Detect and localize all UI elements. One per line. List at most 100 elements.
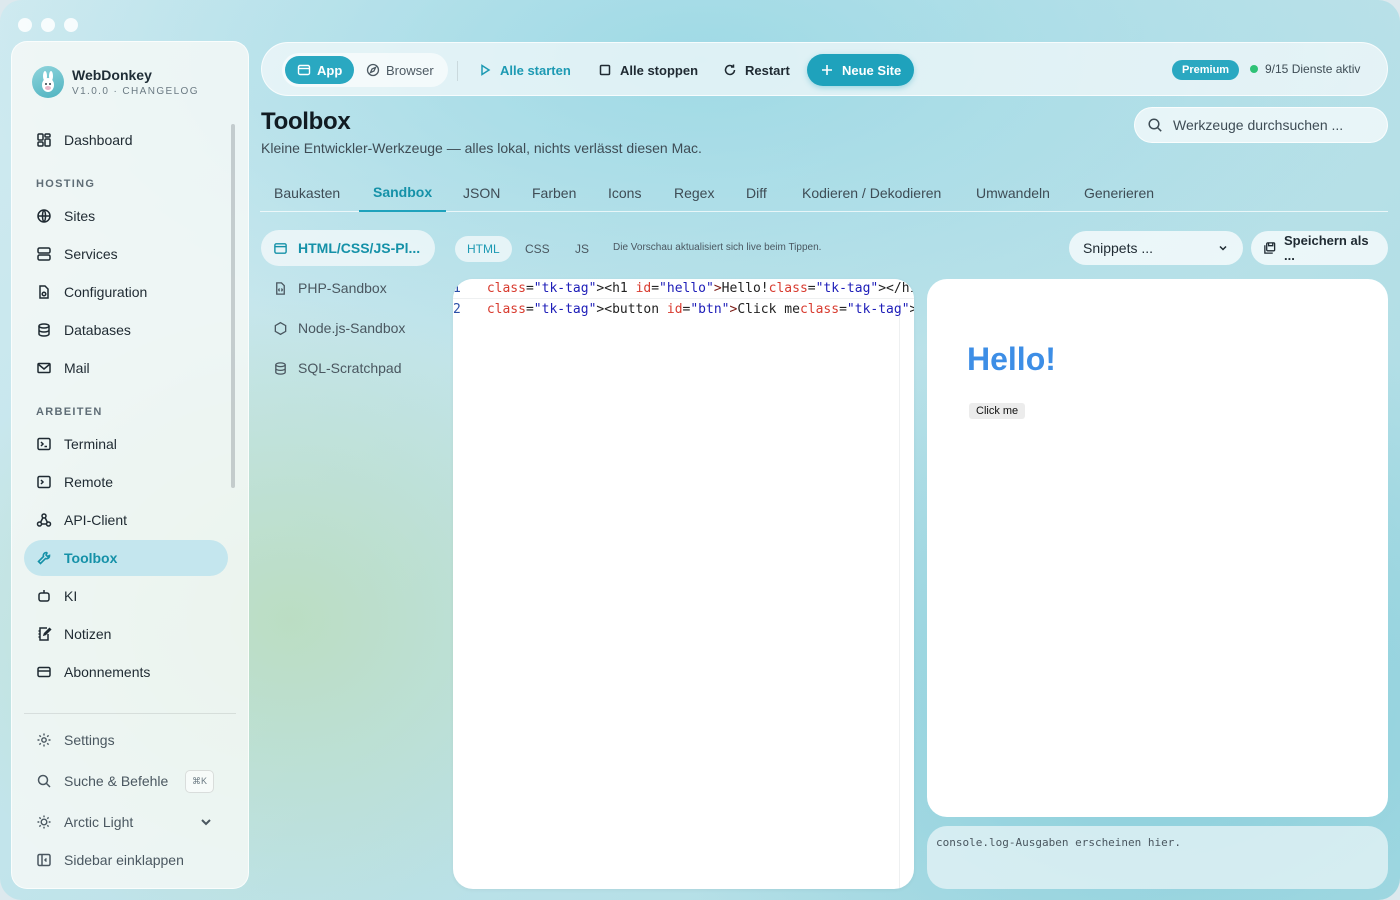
sidebar-item-services[interactable]: Services [24,236,228,272]
sandbox-item-php[interactable]: PHP-Sandbox [261,270,435,306]
webhook-icon [36,513,52,527]
sidebar-item-configuration[interactable]: Configuration [24,274,228,310]
sidebar-item-databases[interactable]: Databases [24,312,228,348]
preview-click-me-button[interactable]: Click me [969,403,1026,419]
mode-switch: App Browser [282,53,448,87]
notebook-pen-icon [38,627,52,641]
sidebar-item-label: Terminal [64,436,117,452]
brand-name: WebDonkey [72,67,152,83]
sidebar-item-label: Settings [64,732,115,748]
window-controls [18,18,78,32]
toolbox-tabs: Baukasten Sandbox JSON Farben Icons Rege… [260,174,1388,212]
tab-baukasten[interactable]: Baukasten [260,174,354,212]
tab-kodieren-dekodieren[interactable]: Kodieren / Dekodieren [788,174,955,212]
new-site-button[interactable]: Neue Site [807,54,915,86]
sandbox-item-label: Node.js-Sandbox [298,320,406,336]
sidebar-item-label: Configuration [64,284,148,300]
sidebar: WebDonkey V1.0.0 · CHANGELOG Dashboard H… [11,41,249,889]
brand[interactable]: WebDonkey V1.0.0 · CHANGELOG [32,66,199,98]
bot-icon [38,590,50,602]
php-file-icon [276,281,285,295]
tab-diff[interactable]: Diff [732,174,781,212]
globe-icon [37,209,51,223]
sidebar-item-label: Arctic Light [64,814,134,830]
restart-button[interactable]: Restart [713,55,800,85]
refresh-icon [724,64,736,76]
live-preview: Hello! Click me [927,279,1388,817]
code-editor[interactable]: 1 class="tk-tag"><h1 id="hello">Hello!cl… [453,279,914,889]
stop-all-button[interactable]: Alle stoppen [588,55,708,85]
sidebar-scrollbar[interactable] [231,124,235,488]
sidebar-item-ki[interactable]: KI [24,578,228,614]
save-copy-icon [1264,242,1276,254]
tab-regex[interactable]: Regex [660,174,728,212]
tool-search-input[interactable] [1173,117,1373,133]
code-text: class="tk-tag"><h1 id="hello">Hello!clas… [486,281,914,296]
stop-square-icon [599,64,611,76]
sidebar-item-terminal[interactable]: Terminal [24,426,228,462]
sidebar-item-label: Sidebar einklappen [64,852,184,868]
chevron-down-icon [201,819,211,826]
sidebar-item-mail[interactable]: Mail [24,350,228,386]
page-subtitle: Kleine Entwickler-Werkzeuge — alles loka… [261,140,702,156]
page-title: Toolbox [261,108,351,135]
tab-icons[interactable]: Icons [594,174,655,212]
console-output: console.log-Ausgaben erscheinen hier. [927,826,1388,889]
app-window: WebDonkey V1.0.0 · CHANGELOG Dashboard H… [0,0,1400,900]
sidebar-item-sites[interactable]: Sites [24,198,228,234]
sidebar-item-collapse[interactable]: Sidebar einklappen [24,842,228,878]
chevron-down-icon [1219,245,1227,251]
section-label-arbeiten: ARBEITEN [36,406,103,418]
sidebar-item-api-client[interactable]: API-Client [24,502,228,538]
tab-sandbox[interactable]: Sandbox [359,174,447,212]
plus-icon [822,65,832,75]
sidebar-item-toolbox[interactable]: Toolbox [24,540,228,576]
shortcut-badge: ⌘K [184,769,214,793]
search-icon [1148,118,1162,132]
tab-farben[interactable]: Farben [518,174,590,212]
minimize-window-button[interactable] [41,18,55,32]
sidebar-item-dashboard[interactable]: Dashboard [24,122,228,158]
snippets-dropdown[interactable]: Snippets ... [1069,231,1243,265]
sidebar-item-label: Abonnements [64,664,151,680]
code-text: class="tk-tag"><button id="btn">Click me… [486,301,914,317]
sidebar-item-abonnements[interactable]: Abonnements [24,654,228,690]
wrench-icon [37,551,51,565]
lang-tab-js[interactable]: JS [563,236,601,262]
line-number: 2 [453,301,461,317]
close-window-button[interactable] [18,18,32,32]
tab-json[interactable]: JSON [449,174,514,212]
toolbar-divider [457,61,458,81]
sidebar-item-label: Remote [64,474,114,490]
tab-umwandeln[interactable]: Umwandeln [962,174,1064,212]
sidebar-divider [24,713,236,714]
sidebar-item-theme[interactable]: Arctic Light [24,804,228,840]
compass-icon [366,63,380,77]
sandbox-item-sql[interactable]: SQL-Scratchpad [261,350,435,386]
tab-generieren[interactable]: Generieren [1070,174,1168,212]
save-as-button[interactable]: Speichern als ... [1251,231,1388,265]
sidebar-item-search-commands[interactable]: Suche & Befehle ⌘K [24,763,228,799]
sidebar-item-label: Mail [64,360,90,376]
premium-badge[interactable]: Premium [1172,60,1240,80]
sidebar-item-notizen[interactable]: Notizen [24,616,228,652]
mode-app-button[interactable]: App [285,56,355,84]
zoom-window-button[interactable] [64,18,78,32]
gear-icon [37,733,51,747]
donkey-logo-icon [32,66,64,98]
sun-icon [37,815,51,829]
mode-browser-button[interactable]: Browser [354,56,446,84]
sandbox-item-html-css-js[interactable]: HTML/CSS/JS-Pl... [261,230,435,266]
brand-version-changelog[interactable]: V1.0.0 · CHANGELOG [72,86,199,97]
sandbox-item-label: PHP-Sandbox [298,280,387,296]
sidebar-item-remote[interactable]: Remote [24,464,228,500]
sidebar-item-label: Notizen [64,626,112,642]
code-line[interactable]: 1 class="tk-tag"><h1 id="hello">Hello!cl… [453,279,914,299]
sidebar-item-settings[interactable]: Settings [24,722,228,758]
sidebar-item-label: Dashboard [64,132,133,148]
lang-tab-html[interactable]: HTML [455,236,512,262]
start-all-button[interactable]: Alle starten [468,55,581,85]
sandbox-item-nodejs[interactable]: Node.js-Sandbox [261,310,435,346]
code-line[interactable]: 2 class="tk-tag"><button id="btn">Click … [453,299,914,319]
lang-tab-css[interactable]: CSS [513,236,562,262]
